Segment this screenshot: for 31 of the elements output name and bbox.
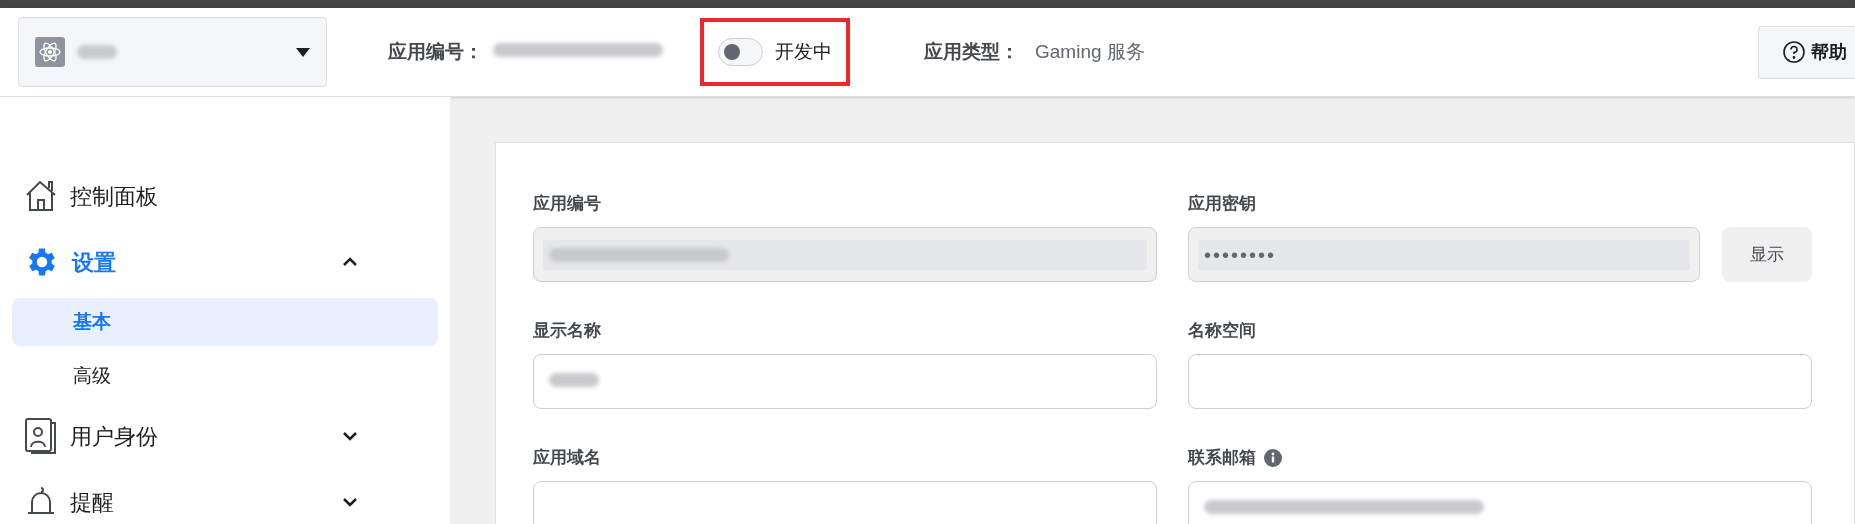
help-icon	[1783, 41, 1805, 63]
app-selector[interactable]	[18, 17, 327, 87]
app-type-value: Gaming 服务	[1035, 39, 1145, 64]
input-field[interactable]	[533, 481, 1157, 524]
field-label: 显示名称	[533, 320, 601, 343]
redaction-mark	[77, 45, 117, 59]
input-field[interactable]	[1188, 354, 1812, 409]
sidebar-subitem[interactable]: 基本	[12, 298, 438, 346]
app-id-label: 应用编号：	[388, 39, 483, 64]
input-field[interactable]	[533, 354, 1157, 409]
field-label: 应用密钥	[1188, 193, 1256, 216]
toggle-label: 开发中	[775, 39, 832, 64]
field-label: 应用编号	[533, 193, 601, 216]
sidebar-subitem[interactable]: 高级	[12, 352, 438, 400]
redaction-mark	[549, 372, 599, 387]
field-value: ••••••••	[1204, 242, 1276, 268]
sidebar-item[interactable]: 用户身份	[12, 403, 438, 469]
help-button[interactable]: 帮助	[1758, 25, 1855, 79]
caret-down-icon	[296, 47, 310, 57]
sidebar-item[interactable]: 提醒	[12, 469, 438, 524]
atom-icon	[35, 37, 65, 67]
sidebar-item[interactable]: 设置	[12, 229, 438, 295]
field-label: 应用域名	[533, 447, 601, 470]
toggle-switch[interactable]	[718, 38, 763, 66]
sidebar-item[interactable]: 控制面板	[12, 163, 438, 229]
app-type-label: 应用类型：	[924, 39, 1019, 64]
house-icon	[24, 179, 58, 213]
input-field[interactable]	[1188, 481, 1812, 524]
id-card-icon	[24, 417, 58, 455]
field-label: 联系邮箱	[1188, 447, 1256, 470]
field-label: 名称空间	[1188, 320, 1256, 343]
